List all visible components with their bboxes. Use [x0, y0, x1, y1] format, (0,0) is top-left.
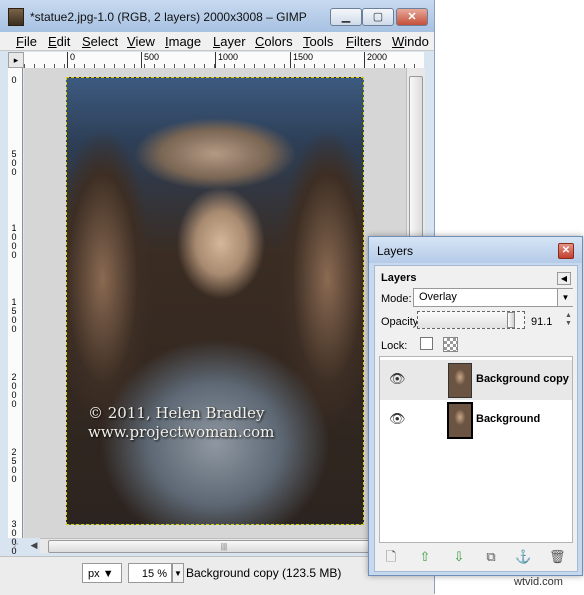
duplicate-layer-icon[interactable]: ⧉ — [483, 549, 499, 565]
horizontal-scroll-thumb[interactable]: ||| — [48, 540, 400, 553]
layers-close-button[interactable]: ✕ — [558, 243, 574, 259]
layer-thumbnail — [447, 402, 473, 439]
layers-tab-label: Layers — [381, 272, 417, 284]
unit-select[interactable]: px ▼ — [82, 563, 122, 583]
layer-thumbnail — [448, 363, 472, 398]
opacity-value[interactable]: 91.1 — [531, 316, 552, 328]
ruler-label: 0 — [11, 75, 17, 85]
maximize-icon: ▢ — [372, 11, 384, 23]
mode-select[interactable]: Overlay ▼ — [413, 288, 573, 307]
menu-edit[interactable]: Edit — [48, 34, 70, 49]
tab-menu-button[interactable]: ◀ — [557, 272, 571, 285]
ruler-major-tick — [67, 52, 68, 68]
layers-list: 👁 Background copy 👁 Background — [379, 356, 573, 543]
anchor-layer-icon[interactable]: ⚓ — [515, 549, 531, 565]
menu-layer[interactable]: Layer — [213, 34, 246, 49]
layers-dialog-title: Layers — [377, 244, 414, 258]
statue-image[interactable] — [66, 77, 364, 525]
ruler-label: 2500 — [11, 447, 17, 484]
eye-icon[interactable]: 👁 — [389, 412, 406, 425]
minimize-icon: ▁ — [341, 11, 351, 23]
mode-value: Overlay — [419, 291, 457, 303]
layer-name: Background copy — [476, 373, 569, 385]
ruler-major-tick — [364, 52, 365, 68]
layers-title-bar[interactable]: Layers ✕ — [369, 237, 582, 263]
menu-colors[interactable]: Colors — [255, 34, 293, 49]
close-icon: ✕ — [561, 245, 571, 256]
raise-layer-icon[interactable]: ⇧ — [417, 549, 433, 565]
scroll-left-arrow-icon[interactable]: ◀ — [28, 538, 40, 552]
new-layer-icon[interactable]: 🗋 — [383, 549, 399, 565]
triangle-left-icon: ◀ — [560, 274, 568, 283]
ruler-label: 1500 — [293, 52, 314, 62]
vertical-ruler[interactable]: 0 500 1000 1500 2000 2500 3000 — [8, 68, 23, 556]
title-bar[interactable]: *statue2.jpg-1.0 (RGB, 2 layers) 2000x30… — [0, 0, 434, 33]
layer-name: Background — [476, 413, 541, 425]
ruler-label: 500 — [144, 52, 160, 62]
layers-toolbar: 🗋 ⇧ ⇩ ⧉ ⚓ 🗑 — [375, 546, 577, 568]
close-icon: ✕ — [407, 11, 417, 23]
horizontal-ruler[interactable]: 0 500 1000 1500 2000 — [24, 52, 424, 69]
quick-mask-corner-button[interactable]: ▸ — [8, 52, 24, 68]
lower-layer-icon[interactable]: ⇩ — [451, 549, 467, 565]
menu-select[interactable]: Select — [82, 34, 118, 49]
horizontal-scrollbar[interactable]: ||| — [40, 538, 406, 553]
delete-layer-icon[interactable]: 🗑 — [549, 549, 566, 565]
layer-row-background-copy[interactable]: 👁 Background copy — [380, 360, 572, 400]
dropdown-arrow-icon: ▼ — [102, 568, 114, 580]
close-button[interactable]: ✕ — [396, 8, 428, 26]
opacity-spin-icon[interactable]: ▲ ▼ — [565, 312, 573, 328]
ruler-label: 2000 — [11, 372, 17, 409]
watermark-url: www.projectwoman.com — [88, 423, 275, 441]
maximize-button[interactable]: ▢ — [362, 8, 394, 26]
lock-pixels-checkbox[interactable] — [420, 337, 433, 350]
image-icon — [8, 8, 24, 26]
lock-alpha-icon[interactable] — [443, 337, 458, 352]
menu-image[interactable]: Image — [165, 34, 201, 49]
ruler-major-tick — [215, 52, 216, 68]
menu-bar: File Edit Select View Image Layer Colors… — [0, 32, 434, 51]
window-title: *statue2.jpg-1.0 (RGB, 2 layers) 2000x30… — [30, 10, 307, 24]
zoom-dropdown-icon[interactable]: ▼ — [172, 563, 184, 583]
layer-row-background[interactable]: 👁 Background — [380, 400, 572, 440]
ruler-label: 500 — [11, 149, 17, 177]
menu-filters[interactable]: Filters — [346, 34, 381, 49]
watermark-text: © 2011, Helen Bradley www.projectwoman.c… — [88, 404, 388, 442]
status-message: Background copy (123.5 MB) — [186, 566, 342, 580]
opacity-slider[interactable] — [417, 311, 525, 329]
dropdown-arrow-icon[interactable]: ▼ — [557, 289, 573, 306]
eye-icon[interactable]: 👁 — [389, 372, 406, 385]
layers-panel: Layers ◀ Mode: Overlay ▼ Opacity: 91.1 ▲… — [374, 265, 578, 572]
image-canvas[interactable] — [24, 68, 406, 538]
watermark-copyright: © 2011, Helen Bradley — [88, 404, 265, 422]
ruler-major-tick — [141, 52, 142, 68]
menu-tools[interactable]: Tools — [303, 34, 333, 49]
ruler-label: 1000 — [11, 223, 17, 260]
lock-label: Lock: — [381, 340, 408, 352]
menu-windows[interactable]: Windo — [392, 34, 429, 49]
ruler-major-tick — [290, 52, 291, 68]
opacity-slider-fill — [418, 312, 507, 328]
ruler-label: 2000 — [367, 52, 388, 62]
zoom-input[interactable]: 15 % — [128, 563, 172, 583]
menu-view[interactable]: View — [127, 34, 155, 49]
ruler-label: 0 — [70, 52, 76, 62]
source-credit: wtvid.com — [514, 576, 563, 588]
ruler-label: 1000 — [218, 52, 239, 62]
opacity-slider-handle[interactable] — [507, 312, 515, 328]
opacity-label: Opacity: — [381, 316, 422, 328]
navigate-icon[interactable]: ⁘ — [8, 538, 22, 552]
vertical-scroll-thumb[interactable] — [409, 76, 423, 258]
minimize-button[interactable]: ▁ — [330, 8, 362, 26]
layers-dialog: Layers ✕ Layers ◀ Mode: Overlay ▼ Opacit… — [368, 236, 583, 576]
unit-value: px — [88, 568, 100, 580]
ruler-label: 1500 — [11, 297, 17, 334]
mode-label: Mode: — [381, 293, 412, 305]
menu-file[interactable]: File — [16, 34, 37, 49]
